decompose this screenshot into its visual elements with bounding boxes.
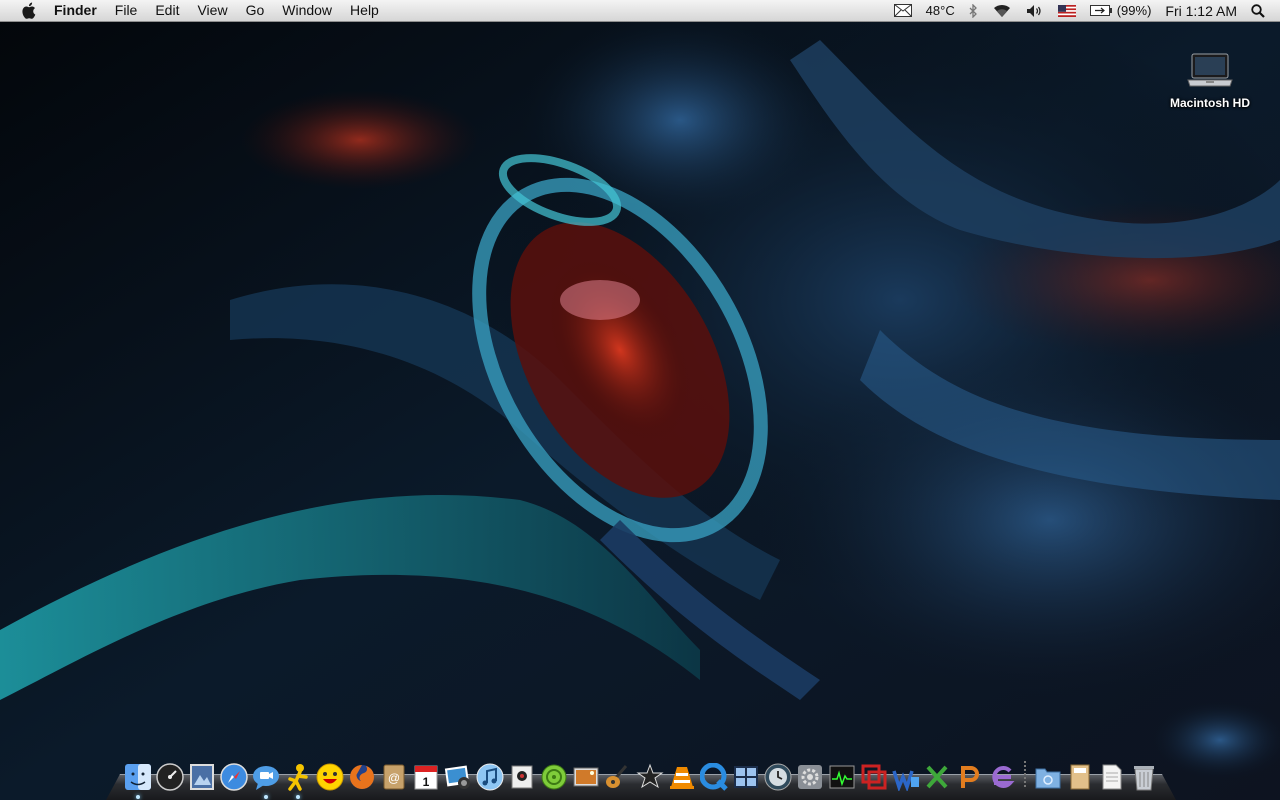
menu-window[interactable]: Window (273, 0, 341, 21)
apple-menu-icon[interactable] (18, 0, 38, 21)
temperature-status[interactable]: 48°C (919, 0, 962, 21)
spotlight-search-icon[interactable] (1244, 0, 1272, 21)
menubar-clock[interactable]: Fri 1:12 AM (1158, 0, 1244, 21)
address-book-icon[interactable]: @ (378, 761, 410, 793)
menu-go[interactable]: Go (237, 0, 274, 21)
documents-stack-icon[interactable] (1064, 761, 1096, 793)
firefox-icon[interactable] (346, 761, 378, 793)
menu-help[interactable]: Help (341, 0, 388, 21)
menu-file[interactable]: File (106, 0, 147, 21)
spaces-icon[interactable] (730, 761, 762, 793)
time-machine-icon[interactable] (762, 761, 794, 793)
image-capture-icon[interactable] (570, 761, 602, 793)
safari-icon[interactable] (218, 761, 250, 793)
mail-status-icon[interactable] (887, 0, 919, 21)
dashboard-icon[interactable] (154, 761, 186, 793)
yahoo-messenger-icon[interactable] (314, 761, 346, 793)
running-indicator (296, 795, 300, 799)
desktop-wallpaper (0, 0, 1280, 800)
abstract-wallpaper-graphic (0, 0, 1280, 800)
menu-view[interactable]: View (188, 0, 236, 21)
app-menu-finder[interactable]: Finder (52, 0, 106, 21)
quicktime-icon[interactable] (698, 761, 730, 793)
excel-icon[interactable] (922, 761, 954, 793)
volume-icon[interactable] (1019, 0, 1051, 21)
pages-document-icon[interactable] (1096, 761, 1128, 793)
menu-extras: 48°C (99%) Fri 1:12 AM (887, 0, 1280, 21)
photo-booth-icon[interactable] (506, 761, 538, 793)
desktop-icon-label: Macintosh HD (1169, 96, 1250, 110)
svg-text:@: @ (388, 771, 400, 785)
itunes-icon[interactable] (474, 761, 506, 793)
preview-icon[interactable] (186, 761, 218, 793)
menu-bar-left: Finder File Edit View Go Window Help (0, 0, 388, 21)
battery-status[interactable]: (99%) (1083, 0, 1159, 21)
network-icon[interactable] (538, 761, 570, 793)
battery-percent: (99%) (1116, 3, 1152, 18)
system-preferences-icon[interactable] (794, 761, 826, 793)
wifi-icon[interactable] (985, 0, 1019, 21)
imovie-icon[interactable] (634, 761, 666, 793)
ical-icon[interactable]: 1 (410, 761, 442, 793)
menu-edit[interactable]: Edit (146, 0, 188, 21)
entourage-icon[interactable] (986, 761, 1018, 793)
dock-separator (1024, 761, 1026, 789)
input-flag-icon[interactable] (1051, 0, 1083, 21)
battery-icon (1089, 5, 1112, 16)
ichat-icon[interactable] (250, 761, 282, 799)
desktop-icon-macintosh-hd[interactable]: Macintosh HD (1160, 48, 1260, 110)
bluetooth-icon[interactable] (962, 0, 985, 21)
menu-bar: Finder File Edit View Go Window Help 48°… (0, 0, 1280, 22)
trash-icon[interactable] (1128, 761, 1160, 793)
svg-text:1: 1 (423, 775, 430, 789)
garageband-icon[interactable] (602, 761, 634, 793)
parallels-icon[interactable] (858, 761, 890, 793)
dock: @ 1 (122, 757, 1160, 799)
iphoto-icon[interactable] (442, 761, 474, 793)
running-indicator (136, 795, 140, 799)
aim-icon[interactable] (282, 761, 314, 799)
hard-drive-icon (1186, 48, 1234, 92)
word-icon[interactable] (890, 761, 922, 793)
running-indicator (264, 795, 268, 799)
activity-monitor-icon[interactable] (826, 761, 858, 793)
applications-folder-icon[interactable] (1032, 761, 1064, 793)
vlc-icon[interactable] (666, 761, 698, 793)
finder-icon[interactable] (122, 761, 154, 799)
powerpoint-icon[interactable] (954, 761, 986, 793)
